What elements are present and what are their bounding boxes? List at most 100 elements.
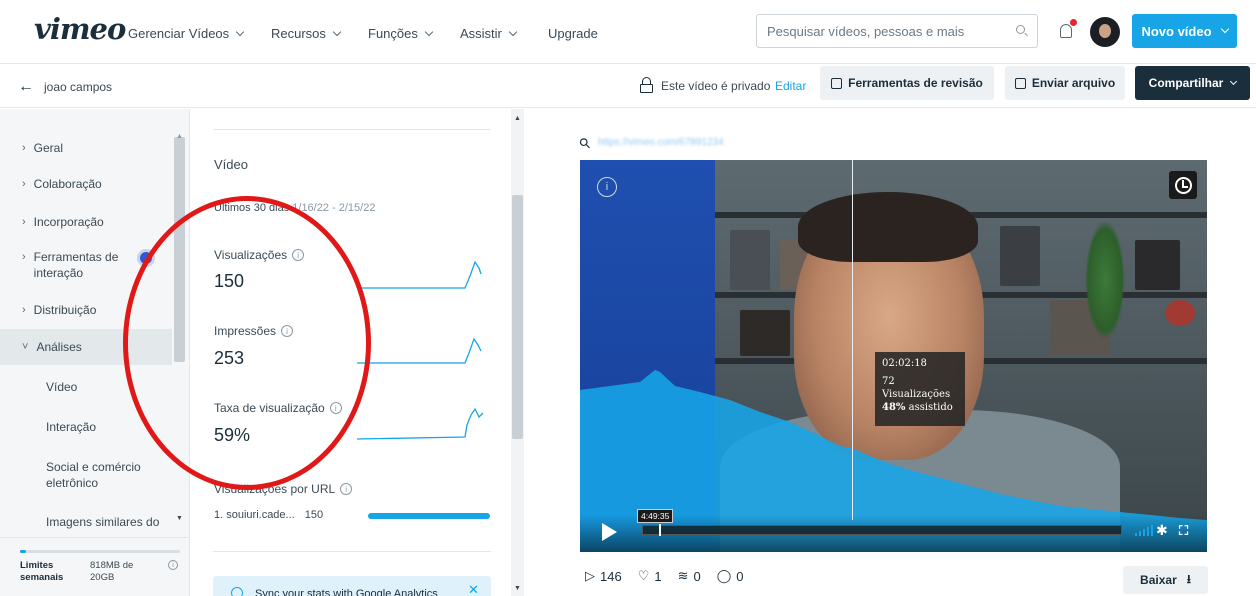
clock-icon[interactable] — [1169, 171, 1197, 199]
nav-watch[interactable]: Assistir — [460, 26, 518, 41]
close-icon[interactable]: ✕ — [468, 582, 479, 596]
chevron-right-icon: › — [22, 216, 26, 228]
volume-icon[interactable] — [1135, 525, 1153, 536]
video-player[interactable]: 02:02:18 72 Visualizações 48% assistido … — [580, 160, 1207, 552]
timeline-scrubber[interactable] — [642, 524, 1122, 536]
download-label: Baixar — [1140, 573, 1177, 587]
scroll-down-icon[interactable]: ▼ — [176, 515, 183, 522]
notification-dot — [1070, 19, 1077, 26]
weekly-limits: Limites semanais 818MB de 20GB i — [0, 537, 190, 596]
nav-resources-label: Recursos — [271, 26, 326, 41]
chevron-down-icon: ˅ — [22, 341, 29, 353]
info-icon[interactable]: i — [281, 325, 294, 337]
download-button[interactable]: Baixar ⭳ — [1123, 566, 1208, 594]
info-icon — [231, 587, 243, 596]
arrow-left-icon: ← — [18, 78, 34, 95]
sidebar-item-analytics[interactable]: ˅ Análises — [22, 339, 82, 355]
sidebar-sub-interaction[interactable]: Interação — [46, 419, 96, 435]
nav-upgrade-label: Upgrade — [548, 26, 598, 41]
metric-view-rate-label: Taxa de visualização i — [214, 401, 342, 415]
share-button[interactable]: Compartilhar — [1135, 66, 1250, 100]
send-file-button[interactable]: Enviar arquivo — [1005, 66, 1125, 100]
sidebar-item-collaboration[interactable]: › Colaboração — [22, 176, 102, 192]
chevron-right-icon: › — [22, 251, 26, 263]
notification-bell-icon[interactable] — [1060, 24, 1072, 38]
info-icon[interactable]: i — [329, 402, 342, 414]
search-input[interactable] — [757, 15, 997, 47]
info-icon[interactable]: i — [168, 560, 178, 570]
gear-icon[interactable]: ✱ — [1156, 522, 1168, 539]
review-icon — [831, 77, 843, 89]
back-link[interactable]: ← joao campos — [18, 78, 112, 96]
sidebar-item-interaction-tools[interactable]: › Ferramentas de interação — [22, 249, 122, 281]
review-tools-button[interactable]: Ferramentas de revisão — [820, 66, 994, 100]
sidebar-item-general[interactable]: › Geral — [22, 140, 63, 156]
url-row: 1. souiuri.cade... 150 — [214, 509, 323, 521]
chevron-down-icon — [1230, 77, 1238, 85]
scroll-down-icon[interactable]: ▼ — [514, 585, 521, 592]
nav-features-label: Funções — [368, 26, 418, 41]
video-engagement-stats: ▷ 146 ♡ 1 ≋ 0 ◯ 0 — [585, 568, 744, 584]
likes-stat[interactable]: ♡ 1 — [638, 568, 662, 584]
play-icon[interactable] — [602, 523, 617, 541]
timeline-marker — [659, 524, 661, 536]
tooltip-watched: 48% — [882, 402, 906, 413]
views-by-url-label: Visualizações por URL i — [214, 482, 353, 496]
chevron-down-icon — [508, 27, 518, 36]
url-name[interactable]: 1. souiuri.cade... — [214, 509, 295, 521]
plays-stat: ▷ 146 — [585, 568, 622, 584]
play-outline-icon: ▷ — [585, 568, 595, 583]
layers-icon: ≋ — [677, 568, 689, 583]
url-bar — [368, 513, 490, 519]
tooltip-views: 72 — [882, 376, 895, 387]
info-icon[interactable]: i — [340, 483, 353, 495]
sidebar-item-embed[interactable]: › Incorporação — [22, 214, 104, 230]
scroll-up-icon[interactable]: ▲ — [176, 133, 183, 140]
divider — [213, 551, 491, 552]
comments-stat[interactable]: ◯ 0 — [717, 568, 744, 584]
fullscreen-icon[interactable]: ⛶ — [1179, 523, 1188, 539]
sidebar-sub-similar-images[interactable]: Imagens similares do — [46, 514, 159, 530]
sidebar-item-label: Colaboração — [33, 177, 102, 191]
sidebar-scrollbar[interactable] — [174, 137, 185, 362]
privacy-status: Este vídeo é privado — [661, 79, 771, 93]
edit-privacy-link[interactable]: Editar — [775, 79, 806, 93]
google-analytics-banner: Sync your stats with Google Analytics ✕ — [213, 576, 491, 596]
info-icon[interactable]: i — [292, 249, 305, 261]
new-video-button[interactable]: Novo vídeo — [1132, 14, 1237, 48]
limits-progress-fill — [20, 550, 27, 553]
chevron-down-icon — [235, 27, 245, 36]
link-icon[interactable]: ⚲ — [575, 134, 594, 153]
file-upload-icon — [1014, 77, 1026, 89]
date-range-label: Últimos 30 dias — [214, 202, 290, 214]
nav-manage-videos[interactable]: Gerenciar Vídeos — [128, 26, 245, 41]
nav-manage-videos-label: Gerenciar Vídeos — [128, 26, 230, 41]
search-icon[interactable] — [1016, 25, 1025, 34]
nav-resources[interactable]: Recursos — [271, 26, 342, 41]
vimeo-logo[interactable]: vimeo — [34, 12, 126, 46]
settings-sidebar: › Geral › Colaboração › Incorporação › Ferra… — [0, 109, 190, 596]
collections-stat[interactable]: ≋ 0 — [678, 568, 701, 584]
metric-views-label: Visualizações i — [214, 248, 305, 262]
player-controls: 4:49:35 ✱ ⛶ — [580, 509, 1207, 552]
nav-upgrade[interactable]: Upgrade — [548, 26, 598, 41]
scroll-up-icon[interactable]: ▲ — [514, 115, 521, 122]
analytics-panel: Vídeo Últimos 30 dias 1/16/22 - 2/15/22 … — [191, 109, 509, 596]
nav-features[interactable]: Funções — [368, 26, 434, 41]
time-badge: 4:49:35 — [637, 509, 674, 523]
divider — [213, 129, 491, 130]
sidebar-sub-video[interactable]: Vídeo — [46, 379, 77, 395]
panel-scrollbar[interactable]: ▲ ▼ — [511, 109, 524, 596]
heart-icon: ♡ — [637, 568, 650, 583]
date-range: Últimos 30 dias 1/16/22 - 2/15/22 — [214, 202, 375, 214]
video-link-blurred[interactable]: https://vimeo.com/67891234 — [598, 137, 724, 148]
sidebar-item-label: Distribuição — [33, 303, 97, 317]
scrollbar-thumb[interactable] — [512, 195, 523, 439]
search-box[interactable] — [756, 14, 1038, 48]
sidebar-sub-social-commerce[interactable]: Social e comércio eletrônico — [46, 459, 156, 491]
info-icon[interactable]: i — [597, 177, 617, 197]
avatar[interactable] — [1090, 17, 1120, 47]
download-icon: ⭳ — [1186, 571, 1191, 586]
sidebar-item-distribution[interactable]: › Distribuição — [22, 302, 96, 318]
chevron-down-icon — [332, 27, 342, 36]
